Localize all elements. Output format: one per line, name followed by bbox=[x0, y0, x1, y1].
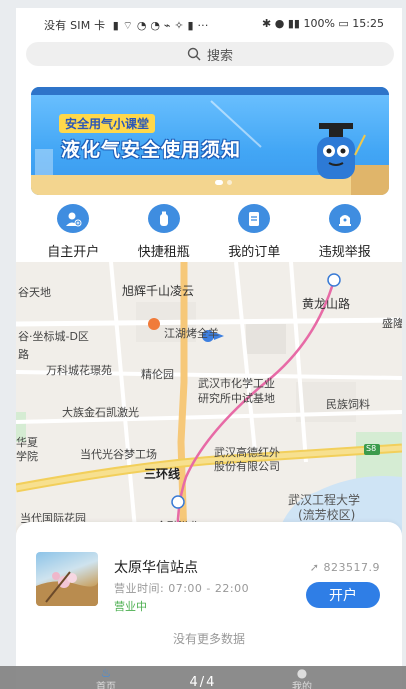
quick-actions: 自主开户 快捷租瓶 我的订单 违规举报 bbox=[16, 204, 402, 260]
action-quick-rent[interactable]: 快捷租瓶 bbox=[124, 204, 204, 260]
mascot-icon bbox=[317, 123, 366, 179]
map-label: 学院 bbox=[16, 450, 38, 463]
action-label: 违规举报 bbox=[318, 245, 371, 260]
clock: 15:25 bbox=[352, 17, 384, 30]
station-hours: 营业时间: 07:00 - 22:00 bbox=[114, 582, 250, 595]
map-label: 研究所中试基地 bbox=[198, 392, 275, 405]
image-pager: 4/4 bbox=[189, 675, 217, 689]
action-my-orders[interactable]: 我的订单 bbox=[214, 204, 294, 260]
map-label: 民族饲料 bbox=[326, 398, 370, 411]
battery-percent: 100% bbox=[303, 17, 335, 30]
navigation-arrow-icon: ➚ bbox=[309, 561, 320, 574]
station-thumbnail bbox=[36, 552, 98, 606]
map-label: 旭辉千山凌云 bbox=[122, 284, 195, 298]
app-screen: 没有 SIM 卡 ▮ ⌔ ◔ ◔ ⌁ ✧ ▮ ··· ✱ ● ▮▮ 100% ▭… bbox=[16, 8, 402, 689]
action-report-violation[interactable]: 违规举报 bbox=[305, 204, 385, 260]
map-label-highway: S8 bbox=[366, 444, 377, 453]
map-view[interactable]: 谷天地 旭辉千山凌云 黄龙山路 盛隆 谷·坐标城-D区 江湖烤全羊 路 万科城花… bbox=[16, 262, 402, 540]
battery-icon: ▭ bbox=[338, 17, 353, 30]
map-label: 路 bbox=[18, 348, 29, 361]
order-list-icon bbox=[238, 204, 271, 233]
banner-headline: 液化气安全使用须知 bbox=[61, 139, 242, 161]
map-label: 谷·坐标城-D区 bbox=[18, 330, 89, 343]
distance-value: 823517.9 bbox=[323, 561, 380, 574]
station-status: 营业中 bbox=[114, 600, 147, 613]
map-label: 精伦园 bbox=[141, 368, 174, 381]
user-add-icon bbox=[57, 204, 90, 233]
map-label: 盛隆 bbox=[382, 317, 402, 330]
status-icons: ▮ ⌔ ◔ ◔ ⌁ ✧ ▮ ··· bbox=[109, 19, 209, 32]
search-placeholder: 搜索 bbox=[206, 48, 233, 64]
station-list-card: 太原华信站点 营业时间: 07:00 - 22:00 营业中 ➚ 823517.… bbox=[16, 522, 402, 689]
map-label: 大族金石凯激光 bbox=[62, 406, 139, 419]
action-label: 快捷租瓶 bbox=[137, 245, 190, 260]
status-bar: 没有 SIM 卡 ▮ ⌔ ◔ ◔ ⌁ ✧ ▮ ··· ✱ ● ▮▮ 100% ▭… bbox=[16, 8, 402, 38]
search-input[interactable]: 搜索 bbox=[26, 42, 394, 66]
map-label: 谷天地 bbox=[18, 286, 51, 299]
status-right-icons: ✱ ● ▮▮ bbox=[262, 17, 304, 30]
report-icon bbox=[328, 204, 361, 233]
search-icon bbox=[187, 47, 201, 61]
map-label: 江湖烤全羊 bbox=[164, 327, 219, 340]
map-label: (流芳校区) bbox=[298, 508, 356, 522]
map-label: 股份有限公司 bbox=[214, 460, 280, 473]
map-label: 当代光谷梦工场 bbox=[80, 448, 157, 461]
action-label: 我的订单 bbox=[228, 245, 281, 260]
status-bar-left: 没有 SIM 卡 ▮ ⌔ ◔ ◔ ⌁ ✧ ▮ ··· bbox=[44, 17, 209, 33]
carrier-text: 没有 SIM 卡 bbox=[44, 19, 106, 32]
map-label: 黄龙山路 bbox=[302, 297, 351, 311]
map-label: 武汉市化学工业 bbox=[198, 377, 275, 390]
map-label-road: 三环线 bbox=[144, 467, 181, 481]
station-name: 太原华信站点 bbox=[114, 560, 198, 576]
action-label: 自主开户 bbox=[47, 245, 100, 260]
banner-pagination bbox=[215, 180, 232, 185]
open-account-button[interactable]: 开户 bbox=[306, 582, 380, 608]
action-self-open-account[interactable]: 自主开户 bbox=[33, 204, 113, 260]
pagination-dot bbox=[227, 180, 232, 185]
gas-cylinder-icon bbox=[147, 204, 180, 233]
pagination-dot-active bbox=[215, 180, 223, 185]
list-end-text: 没有更多数据 bbox=[172, 632, 245, 646]
map-label: 万科城花璟苑 bbox=[46, 364, 112, 377]
banner-tag: 安全用气小课堂 bbox=[59, 114, 156, 133]
station-item[interactable]: 太原华信站点 营业时间: 07:00 - 22:00 营业中 ➚ 823517.… bbox=[36, 552, 386, 614]
station-distance: ➚ 823517.9 bbox=[310, 561, 380, 574]
promo-banner[interactable]: 安全用气小课堂 液化气安全使用须知 bbox=[31, 87, 389, 195]
status-bar-right: ✱ ● ▮▮ 100% ▭ 15:25 bbox=[262, 17, 384, 30]
